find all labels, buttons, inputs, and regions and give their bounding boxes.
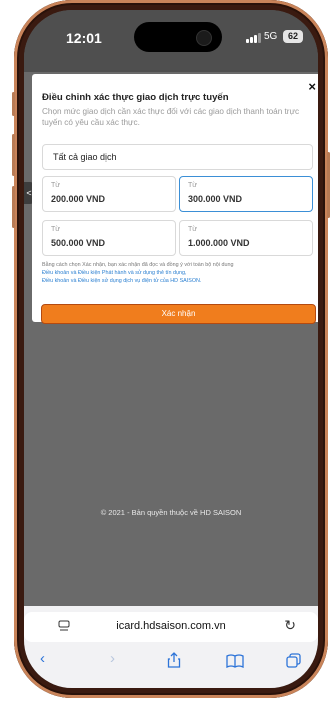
phone-screen: 12:01 5G 62 < © 2021 - Bản quyền thuộc v… (24, 10, 318, 688)
status-bar: 12:01 5G 62 (24, 10, 318, 72)
signal-icon (246, 32, 262, 43)
option-value: 300.000 VND (188, 194, 243, 204)
modal-title: Điều chỉnh xác thực giao dịch trực tuyến (42, 92, 229, 103)
tabs-icon[interactable] (286, 653, 301, 668)
bookmarks-icon[interactable] (226, 654, 244, 668)
forward-icon[interactable]: › (110, 650, 115, 667)
option-value: 200.000 VND (51, 194, 106, 204)
terms-link-eservice[interactable]: Điều khoản và Điều kiện sử dụng dịch vụ … (42, 278, 312, 286)
back-icon[interactable]: ‹ (40, 650, 45, 667)
side-button-volume-down (12, 186, 15, 228)
option-all-transactions[interactable]: Tất cả giao dịch (42, 144, 313, 170)
browser-toolbar: ‹ › (24, 650, 318, 674)
address-bar[interactable]: icard.hdsaison.com.vn ↻ (24, 612, 318, 642)
battery-icon: 62 (283, 30, 303, 43)
terms-text: Bằng cách chọn Xác nhận, bạn xác nhận đã… (42, 262, 312, 285)
copyright-text: © 2021 - Bản quyền thuộc về HD SAISON (100, 508, 242, 517)
status-time: 12:01 (66, 30, 102, 46)
option-500000[interactable]: Từ 500.000 VND (42, 220, 176, 256)
modal-subtitle: Chọn mức giao dịch cần xác thực đối với … (42, 107, 300, 127)
option-prefix: Từ (51, 226, 60, 233)
browser-bottom-bar: icard.hdsaison.com.vn ↻ ‹ › (24, 606, 318, 688)
close-icon[interactable]: × (308, 79, 316, 94)
dynamic-island (134, 22, 222, 52)
side-button-power (327, 152, 330, 218)
side-button-action (12, 92, 15, 116)
option-1000000[interactable]: Từ 1.000.000 VND (179, 220, 313, 256)
terms-link-card[interactable]: Điều khoản và Điều kiện Phát hành và sử … (42, 270, 312, 278)
side-button-volume-up (12, 134, 15, 176)
confirm-button[interactable]: Xác nhận (41, 304, 316, 324)
share-icon[interactable] (167, 652, 181, 668)
camera-icon (196, 30, 212, 46)
terms-intro: Bằng cách chọn Xác nhận, bạn xác nhận đã… (42, 262, 234, 268)
option-prefix: Từ (188, 226, 197, 233)
option-value: 500.000 VND (51, 238, 106, 248)
option-prefix: Từ (51, 182, 60, 189)
url-text: icard.hdsaison.com.vn (116, 620, 226, 632)
option-300000[interactable]: Từ 300.000 VND (179, 176, 313, 212)
option-all-label: Tất cả giao dịch (53, 152, 117, 162)
option-200000[interactable]: Từ 200.000 VND (42, 176, 176, 212)
reload-icon[interactable]: ↻ (284, 617, 296, 634)
transaction-auth-modal: × Điều chỉnh xác thực giao dịch trực tuy… (32, 74, 318, 324)
option-prefix: Từ (188, 182, 197, 189)
option-value: 1.000.000 VND (188, 238, 250, 248)
network-type: 5G (264, 31, 278, 42)
